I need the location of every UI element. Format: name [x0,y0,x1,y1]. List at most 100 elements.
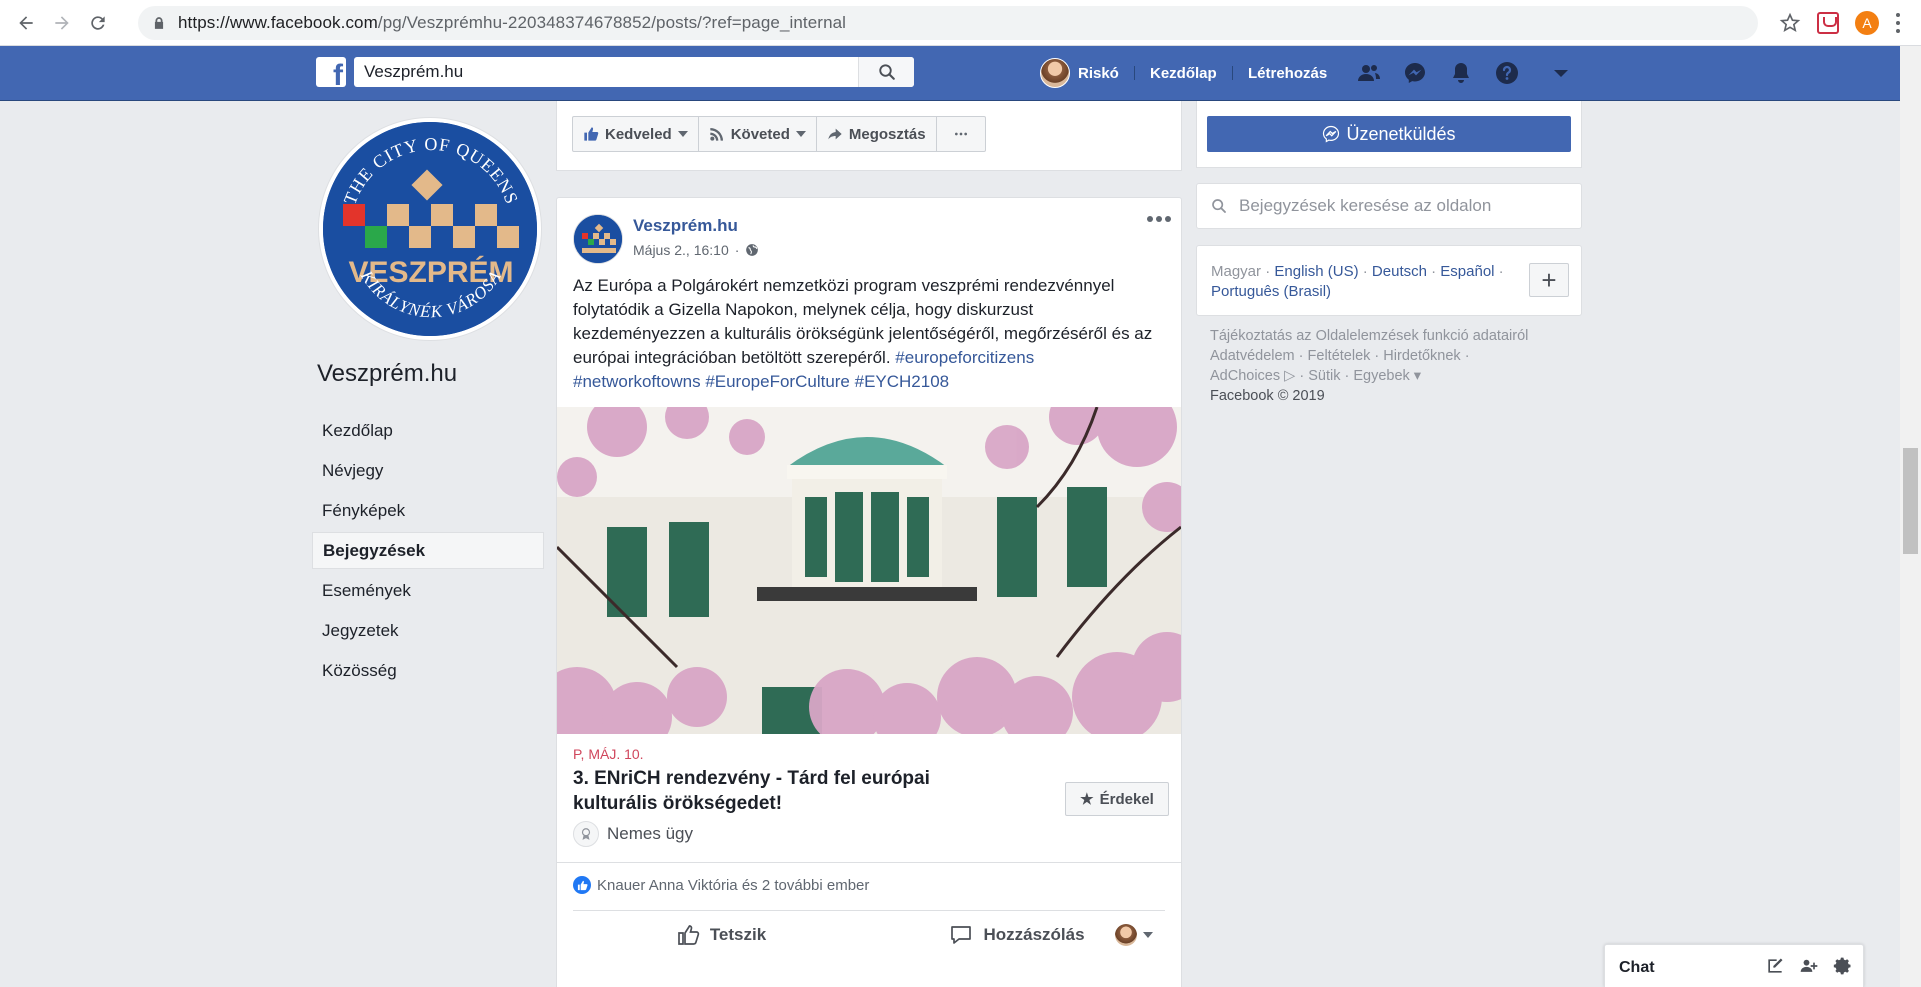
notifications-bell-icon[interactable] [1448,60,1474,86]
share-page-button[interactable]: Megosztás [817,117,937,151]
star-icon: ★ [1080,791,1094,808]
hashtag-link[interactable]: #europeforcitizens [895,348,1034,367]
page-posts-search [1196,183,1582,229]
profile-avatar[interactable]: A [1855,11,1879,35]
divider [573,910,1165,911]
search-icon [878,64,895,80]
like-reaction-icon [573,876,591,894]
language-list: Magyar · English (US) · Deutsch · Españo… [1211,263,1504,300]
messenger-icon[interactable] [1402,60,1428,86]
account-menu-icon[interactable] [1548,60,1574,86]
language-selector: Magyar · English (US) · Deutsch · Españo… [1196,245,1582,316]
post-as-selector[interactable] [1115,924,1153,946]
hashtag-link[interactable]: #networkoftowns [573,372,701,391]
like-post-button[interactable]: Tetszik [573,915,869,955]
help-icon[interactable] [1494,60,1520,86]
send-message-button[interactable]: Üzenetküldés [1207,116,1571,152]
divider [1232,66,1233,80]
user-avatar [1040,58,1070,88]
thumbs-up-icon [584,127,599,141]
post-options-button[interactable] [1147,216,1171,222]
nav-item-notes[interactable]: Jegyzetek [312,612,544,649]
caret-down-icon [795,131,806,137]
new-group-icon[interactable] [1799,956,1819,976]
address-bar[interactable]: https://www.facebook.com/pg/Veszprémhu-2… [138,6,1758,40]
footer-links: Tájékoztatás az Oldalelemzések funkció a… [1210,328,1529,404]
nav-item-community[interactable]: Közösség [312,652,544,689]
hashtag-link[interactable]: #EYCH2108 [855,372,950,391]
scrollbar-thumb[interactable] [1903,448,1918,554]
language-link[interactable]: Español [1440,263,1494,280]
more-options-button[interactable] [937,117,985,151]
chat-bar[interactable]: Chat [1604,944,1864,987]
post-text: Az Európa a Polgárokért nemzetközi progr… [573,276,1153,391]
nav-item-photos[interactable]: Fényképek [312,492,544,529]
bookmark-star-icon[interactable] [1779,12,1801,34]
event-cover-photo[interactable] [557,407,1181,734]
arrow-left-icon [19,15,33,30]
rss-follow-icon [710,128,723,141]
lock-icon [154,17,164,29]
footer-link[interactable]: AdChoices [1210,368,1280,384]
interested-button[interactable]: ★ Érdekel [1065,782,1169,816]
nav-item-about[interactable]: Névjegy [312,452,544,489]
friend-requests-icon[interactable] [1356,60,1382,86]
create-link[interactable]: Létrehozás [1248,57,1327,89]
follow-page-button[interactable]: Követed [699,117,817,151]
page-search-input[interactable] [1239,196,1559,216]
search-icon [1212,199,1226,213]
browser-actions: A [1779,0,1921,46]
post-author-name[interactable]: Veszprém.hu [633,216,738,236]
home-link[interactable]: Kezdőlap [1150,57,1217,89]
url-text: https://www.facebook.com/pg/Veszprémhu-2… [178,13,847,32]
reload-button[interactable] [80,5,116,41]
page-action-buttons: Kedveled Követed Megosztás [572,116,986,152]
profile-link[interactable]: Riskó [1040,57,1119,89]
settings-gear-icon[interactable] [1833,956,1853,976]
reload-icon [91,15,105,30]
comment-bubble-icon [951,926,972,944]
event-title[interactable]: 3. ENriCH rendezvény - Tárd fel európai … [573,766,993,816]
reactions-summary[interactable]: Knauer Anna Viktória és 2 további ember [573,876,869,894]
footer-link[interactable]: Tájékoztatás az Oldalelemzések funkció a… [1210,328,1528,344]
more-languages-button[interactable]: + [1529,263,1569,297]
search-input[interactable] [354,58,858,86]
language-link[interactable]: Deutsch [1372,263,1427,280]
back-button[interactable] [8,5,44,41]
caret-down-icon [677,131,688,137]
nav-item-events[interactable]: Események [312,572,544,609]
page-profile-picture[interactable]: THE CITY OF QUEENS VESZPRÉM KIRÁLYNÉK VÁ… [318,117,542,341]
messenger-icon [1323,125,1340,143]
footer-link[interactable]: Adatvédelem [1210,348,1295,364]
footer-link[interactable]: Egyebek [1353,368,1409,384]
post-author-avatar[interactable] [573,214,623,264]
cause-row[interactable]: Nemes ügy [573,821,693,847]
footer-link[interactable]: Feltételek [1308,348,1371,364]
page-action-bar: Kedveled Követed Megosztás [556,101,1182,171]
like-page-button[interactable]: Kedveled [573,117,699,151]
language-link[interactable]: English (US) [1274,263,1358,280]
ribbon-icon [573,821,599,847]
pocket-extension-icon[interactable] [1817,12,1839,34]
footer-link[interactable]: Sütik [1308,368,1340,384]
hashtag-link[interactable]: #EuropeForCulture [705,372,850,391]
message-card: Üzenetküldés [1196,101,1582,168]
page-scrollbar[interactable] [1900,46,1921,987]
nav-item-posts[interactable]: Bejegyzések [312,532,544,569]
arrow-right-icon [55,15,69,30]
forward-button[interactable] [44,5,80,41]
page-name[interactable]: Veszprém.hu [317,360,457,388]
search-button[interactable] [858,57,914,87]
footer-link[interactable]: Hirdetőknek [1383,348,1460,364]
facebook-logo-icon[interactable]: f [316,57,346,87]
post-timestamp: Május 2., 16:10 · [633,242,759,258]
nav-item-home[interactable]: Kezdőlap [312,412,544,449]
new-message-icon[interactable] [1765,956,1785,976]
copyright: Facebook © 2019 [1210,388,1325,404]
language-link[interactable]: Português (Brasil) [1211,283,1331,300]
more-dots-icon [954,132,967,136]
browser-toolbar: https://www.facebook.com/pg/Veszprémhu-2… [0,0,1921,46]
page-navigation: Kezdőlap Névjegy Fényképek Bejegyzések E… [312,412,544,692]
browser-menu-icon[interactable] [1895,13,1901,33]
event-date: P, MÁJ. 10. [573,746,644,762]
